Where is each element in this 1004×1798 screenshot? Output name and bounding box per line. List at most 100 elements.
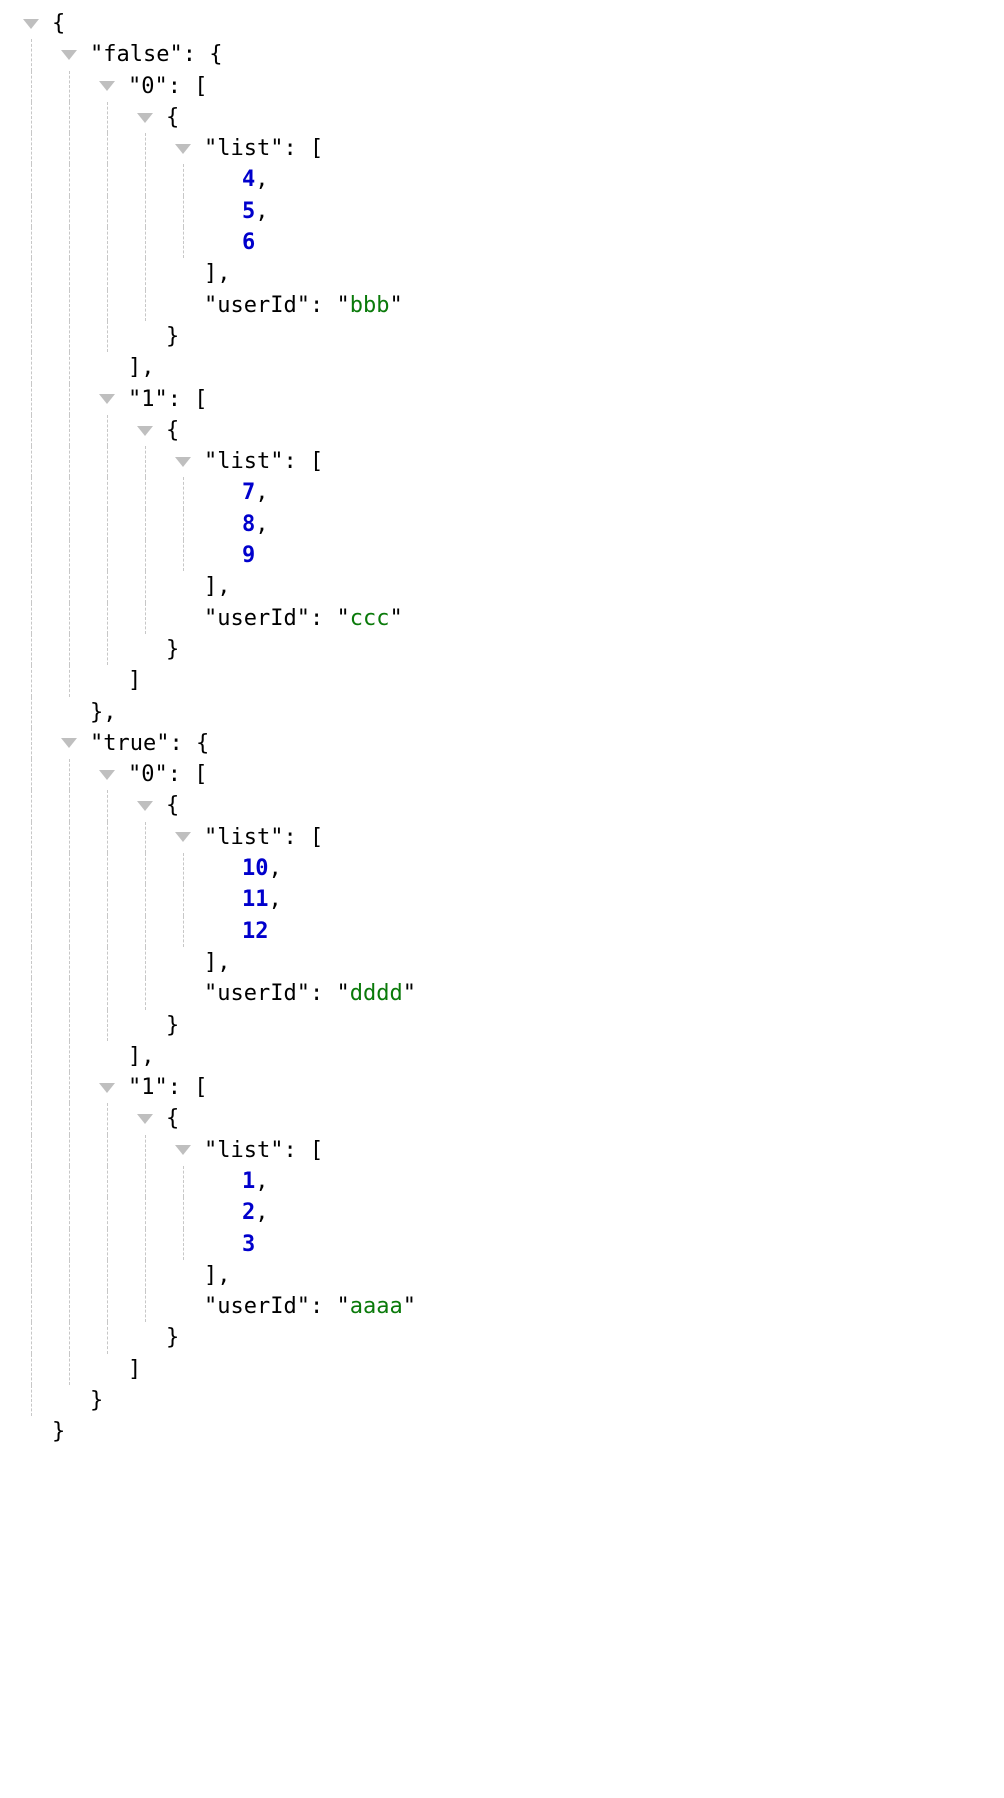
json-number: 12 — [242, 919, 269, 944]
chevron-down-icon — [175, 457, 191, 467]
chevron-down-icon — [99, 394, 115, 404]
tree-row[interactable]: } — [12, 634, 992, 665]
tree-row[interactable]: "false": { — [12, 39, 992, 70]
expand-toggle[interactable] — [50, 39, 88, 70]
expand-toggle[interactable] — [88, 71, 126, 102]
tree-row[interactable]: ], — [12, 258, 992, 289]
chevron-down-icon — [137, 801, 153, 811]
tree-row[interactable]: } — [12, 321, 992, 352]
json-number: 6 — [242, 230, 255, 255]
tree-row[interactable]: "true": { — [12, 728, 992, 759]
tree-row[interactable]: { — [12, 790, 992, 821]
tree-row[interactable]: 5, — [12, 196, 992, 227]
json-key: userId — [217, 981, 296, 1006]
json-number: 3 — [242, 1232, 255, 1257]
json-key: 0 — [141, 74, 154, 99]
expand-toggle[interactable] — [126, 1103, 164, 1134]
json-number: 2 — [242, 1200, 255, 1225]
tree-row[interactable]: 12 — [12, 916, 992, 947]
json-number: 4 — [242, 167, 255, 192]
expand-toggle[interactable] — [164, 446, 202, 477]
tree-row[interactable]: } — [12, 1385, 992, 1416]
chevron-down-icon — [137, 1114, 153, 1124]
tree-guide — [12, 39, 50, 70]
tree-row[interactable]: ], — [12, 947, 992, 978]
tree-row[interactable]: "0": [ — [12, 71, 992, 102]
chevron-down-icon — [99, 770, 115, 780]
json-key: userId — [217, 606, 296, 631]
tree-row[interactable]: { — [12, 102, 992, 133]
brace-close: } — [166, 324, 179, 349]
chevron-down-icon — [175, 832, 191, 842]
tree-row[interactable]: 4, — [12, 164, 992, 195]
chevron-down-icon — [137, 426, 153, 436]
json-key: list — [217, 1138, 270, 1163]
tree-row[interactable]: { — [12, 8, 992, 39]
tree-row[interactable]: } — [12, 1010, 992, 1041]
tree-row[interactable]: "1": [ — [12, 1072, 992, 1103]
tree-row[interactable]: }, — [12, 697, 992, 728]
expand-toggle[interactable] — [88, 759, 126, 790]
json-key: userId — [217, 1294, 296, 1319]
json-number: 7 — [242, 480, 255, 505]
tree-row[interactable]: "userId": "bbb" — [12, 290, 992, 321]
json-key: userId — [217, 293, 296, 318]
json-key: list — [217, 825, 270, 850]
chevron-down-icon — [61, 50, 77, 60]
expand-toggle[interactable] — [164, 822, 202, 853]
chevron-down-icon — [61, 738, 77, 748]
tree-row[interactable]: "list": [ — [12, 1135, 992, 1166]
tree-row[interactable]: 3 — [12, 1229, 992, 1260]
tree-row[interactable]: "list": [ — [12, 822, 992, 853]
expand-toggle[interactable] — [50, 728, 88, 759]
expand-toggle[interactable] — [164, 1135, 202, 1166]
tree-row[interactable]: { — [12, 1103, 992, 1134]
tree-row[interactable]: "1": [ — [12, 384, 992, 415]
tree-row[interactable]: 11, — [12, 884, 992, 915]
tree-row[interactable]: "list": [ — [12, 446, 992, 477]
tree-row[interactable]: "userId": "dddd" — [12, 978, 992, 1009]
tree-row[interactable]: 10, — [12, 853, 992, 884]
chevron-down-icon — [23, 19, 39, 29]
tree-row[interactable]: 1, — [12, 1166, 992, 1197]
json-string: dddd — [350, 981, 403, 1006]
json-number: 8 — [242, 512, 255, 537]
tree-row[interactable]: "0": [ — [12, 759, 992, 790]
tree-row[interactable]: 2, — [12, 1197, 992, 1228]
bracket-close: ], — [204, 261, 231, 286]
tree-row[interactable]: ], — [12, 352, 992, 383]
json-key: list — [217, 449, 270, 474]
json-key: list — [217, 136, 270, 161]
tree-row[interactable]: 8, — [12, 509, 992, 540]
json-string: aaaa — [350, 1294, 403, 1319]
tree-guide — [12, 71, 50, 102]
tree-row[interactable]: "userId": "aaaa" — [12, 1291, 992, 1322]
expand-toggle[interactable] — [126, 415, 164, 446]
tree-row[interactable]: "list": [ — [12, 133, 992, 164]
chevron-down-icon — [175, 144, 191, 154]
chevron-down-icon — [175, 1145, 191, 1155]
tree-row[interactable]: 7, — [12, 477, 992, 508]
tree-row[interactable]: "userId": "ccc" — [12, 603, 992, 634]
json-key: 1 — [141, 1075, 154, 1100]
expand-toggle[interactable] — [88, 1072, 126, 1103]
json-number: 1 — [242, 1169, 255, 1194]
expand-toggle[interactable] — [126, 102, 164, 133]
tree-row[interactable]: 6 — [12, 227, 992, 258]
tree-row[interactable]: ] — [12, 1354, 992, 1385]
tree-row[interactable]: } — [12, 1322, 992, 1353]
tree-row[interactable]: 9 — [12, 540, 992, 571]
tree-row[interactable]: ] — [12, 665, 992, 696]
tree-row[interactable]: ], — [12, 1041, 992, 1072]
chevron-down-icon — [99, 1083, 115, 1093]
expand-toggle[interactable] — [88, 384, 126, 415]
tree-row[interactable]: ], — [12, 571, 992, 602]
tree-row[interactable]: ], — [12, 1260, 992, 1291]
tree-row[interactable]: } — [12, 1416, 992, 1447]
expand-toggle[interactable] — [164, 133, 202, 164]
json-number: 11 — [242, 887, 269, 912]
expand-toggle[interactable] — [126, 790, 164, 821]
tree-row[interactable]: { — [12, 415, 992, 446]
expand-toggle[interactable] — [12, 8, 50, 39]
json-tree-viewer: { "false": { "0": [ { "list": [ 4, 5, 6 … — [0, 0, 1004, 1456]
